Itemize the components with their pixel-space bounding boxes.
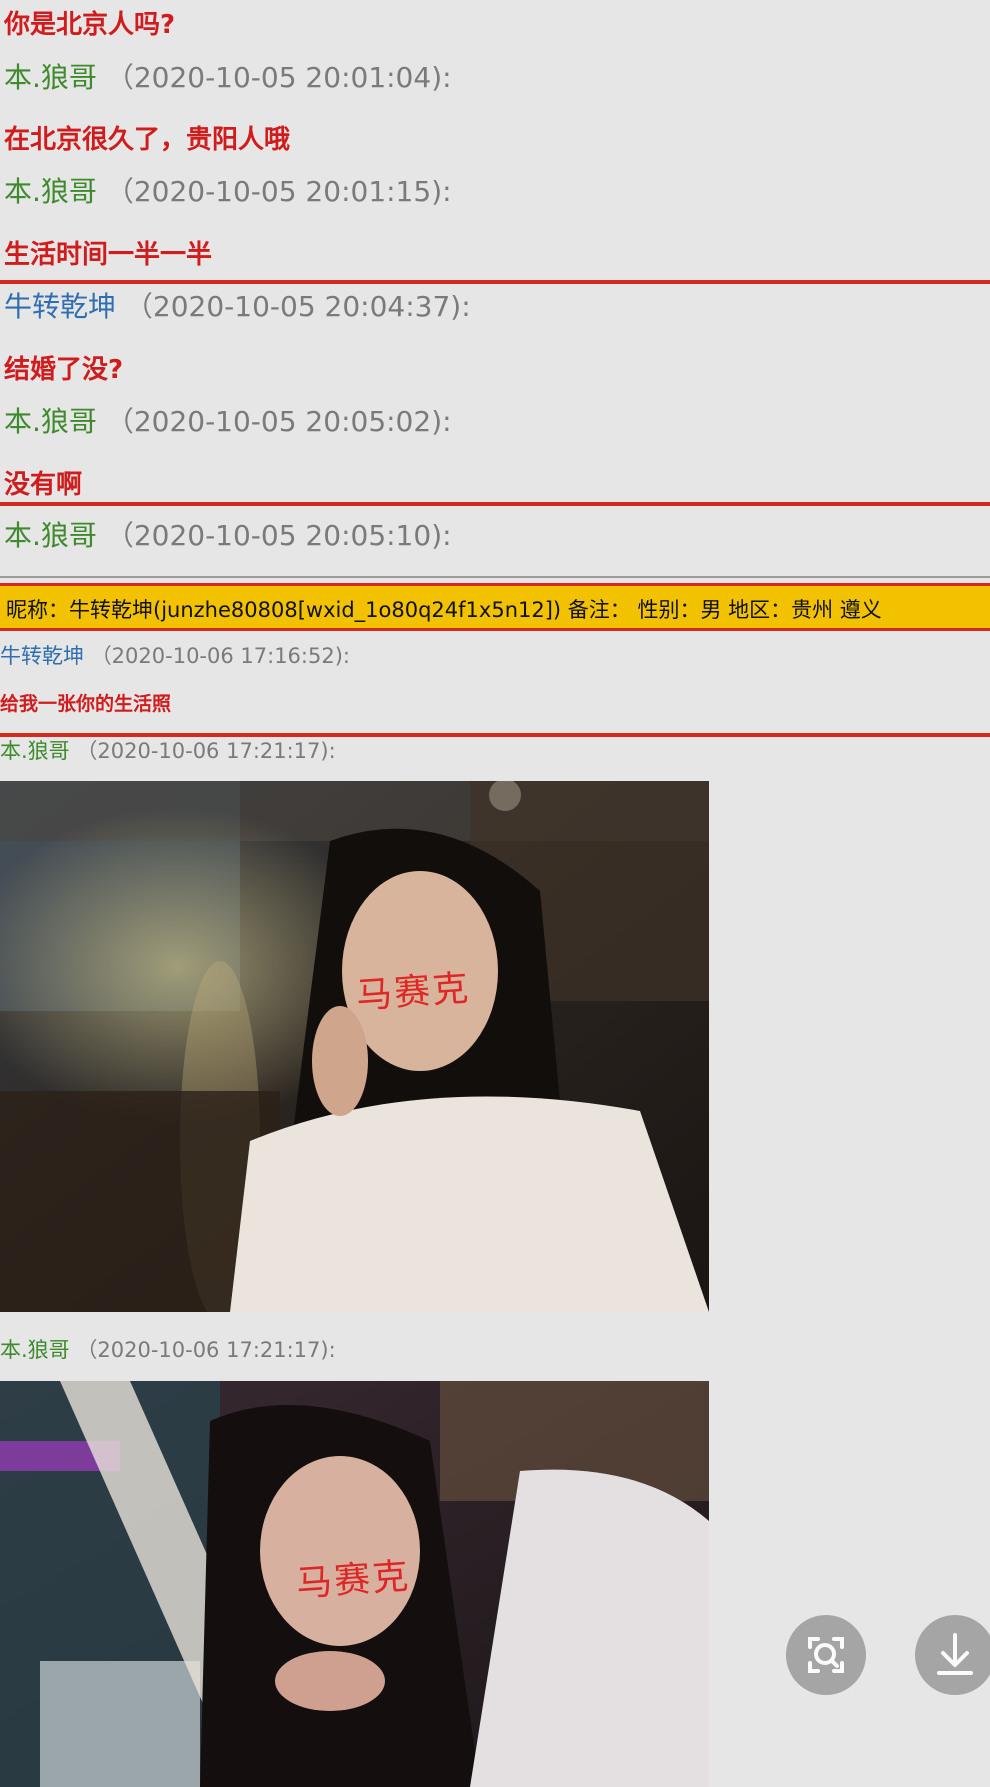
image-search-icon: [808, 1637, 844, 1673]
message-header: 本.狼哥 （2020-10-06 17:21:17):: [0, 735, 336, 765]
message-header: 牛转乾坤 （2020-10-05 20:04:37):: [4, 285, 471, 325]
message-text: 结婚了没?: [4, 355, 124, 385]
message-header: 本.狼哥 （2020-10-06 17:21:17):: [0, 1334, 336, 1364]
sender-name[interactable]: 本.狼哥: [4, 519, 97, 552]
sender-name[interactable]: 牛转乾坤: [4, 290, 116, 323]
message-text: 没有啊: [4, 470, 83, 500]
message-text: 在北京很久了，贵阳人哦: [4, 125, 291, 155]
contact-info-bar: 昵称：牛转乾坤(junzhe80808[wxid_1o80q24f1x5n12]…: [0, 583, 990, 631]
contact-info-text: 昵称：牛转乾坤(junzhe80808[wxid_1o80q24f1x5n12]…: [6, 598, 882, 622]
message-header: 本.狼哥 （2020-10-05 20:01:04):: [4, 56, 452, 96]
timestamp: （2020-10-05 20:01:04):: [105, 61, 452, 94]
message-header: 本.狼哥 （2020-10-05 20:05:10):: [4, 514, 452, 554]
mosaic-watermark: 马赛克: [354, 968, 472, 1017]
sender-name[interactable]: 牛转乾坤: [0, 644, 84, 668]
download-icon: [937, 1633, 973, 1675]
highlight-border: [0, 502, 990, 506]
timestamp: （2020-10-05 20:01:15):: [105, 175, 452, 208]
message-header: 牛转乾坤 （2020-10-06 17:16:52):: [0, 640, 350, 670]
timestamp: （2020-10-06 17:21:17):: [76, 739, 336, 763]
image-search-button[interactable]: [786, 1615, 866, 1695]
timestamp: （2020-10-05 20:05:02):: [105, 405, 452, 438]
sender-name[interactable]: 本.狼哥: [4, 405, 97, 438]
timestamp: （2020-10-05 20:05:10):: [105, 519, 452, 552]
highlight-border: [0, 280, 990, 284]
message-text: 给我一张你的生活照: [0, 693, 172, 715]
photo-image: [0, 781, 709, 1312]
sender-name[interactable]: 本.狼哥: [0, 1338, 70, 1362]
timestamp: （2020-10-06 17:16:52):: [90, 644, 350, 668]
chat-photo[interactable]: 马赛克: [0, 1381, 709, 1787]
download-button[interactable]: [915, 1615, 990, 1695]
message-text: 你是北京人吗?: [4, 10, 176, 40]
message-text: 生活时间一半一半: [4, 240, 213, 270]
message-header: 本.狼哥 （2020-10-05 20:05:02):: [4, 400, 452, 440]
divider: [0, 576, 990, 578]
chat-photo[interactable]: 马赛克: [0, 781, 709, 1312]
sender-name[interactable]: 本.狼哥: [0, 739, 70, 763]
sender-name[interactable]: 本.狼哥: [4, 175, 97, 208]
message-header: 本.狼哥 （2020-10-05 20:01:15):: [4, 170, 452, 210]
timestamp: （2020-10-06 17:21:17):: [76, 1338, 336, 1362]
sender-name[interactable]: 本.狼哥: [4, 61, 97, 94]
mosaic-watermark: 马赛克: [294, 1556, 412, 1605]
timestamp: （2020-10-05 20:04:37):: [124, 290, 471, 323]
